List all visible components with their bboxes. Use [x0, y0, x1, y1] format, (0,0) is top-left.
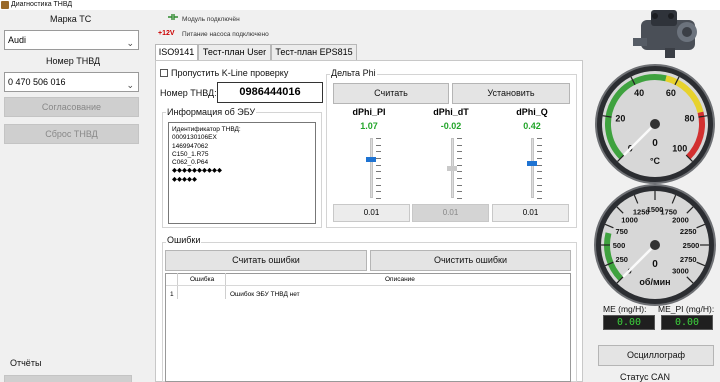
ecu-info-line: ◆◆◆◆◆ — [172, 175, 197, 183]
ecu-info-label: Информация об ЭБУ — [166, 107, 257, 117]
app-icon — [1, 1, 9, 9]
ecu-info-line: Идентификатор ТНВД: — [172, 126, 241, 133]
brand-label: Марка ТС — [50, 14, 92, 24]
can-status-label: Статус CAN — [620, 372, 670, 382]
table-header-line — [166, 285, 570, 286]
slider-ticks — [457, 138, 463, 199]
gauge-tick-label: 2000 — [672, 216, 689, 225]
plug-icon — [168, 14, 178, 20]
dphi-q-box: 0.01 — [492, 204, 569, 222]
gauge-tick-label: 100 — [672, 144, 687, 154]
row-number: 1 — [170, 291, 174, 298]
brand-select-value: Audi — [8, 35, 27, 45]
dphi-q-label: dPhi_Q — [516, 107, 548, 117]
voltage-indicator: +12V — [158, 30, 175, 37]
me-pi-label: ME_PI (mg/H): — [658, 304, 715, 314]
set-phi-button[interactable]: Установить — [452, 83, 570, 104]
reset-tnvd-button[interactable]: Сброс ТНВД — [4, 124, 139, 144]
gauge-value: 0 — [652, 138, 658, 149]
dphi-dt-box: 0.01 — [412, 204, 489, 222]
ecu-info-textbox[interactable]: Идентификатор ТНВД: 0009130106EX 1469947… — [168, 122, 316, 224]
rpm-gauge-face: 0250500750100012501500175020002250250027… — [594, 184, 716, 306]
gauge-hub — [650, 240, 660, 250]
chevron-down-icon: ⌄ — [126, 38, 134, 48]
gauge-unit: °C — [650, 156, 661, 166]
tab-testplan-user[interactable]: Тест-план User — [198, 44, 271, 60]
window-title: Диагностика ТНВД — [11, 1, 73, 8]
reports-label: Отчёты — [10, 358, 42, 368]
gauge-tick-label: 750 — [615, 227, 628, 236]
pump-image — [633, 10, 697, 58]
tnvd-label: Номер ТНВД — [46, 56, 101, 66]
dphi-q-value: 0.42 — [523, 121, 541, 131]
row-description: Ошибок ЭБУ ТНВД нет — [230, 291, 300, 298]
gauge-tick-label: 2750 — [680, 255, 697, 264]
slider-ticks — [376, 138, 382, 199]
module-status: Модуль подключён — [182, 16, 240, 23]
column-header-description: Описание — [385, 276, 415, 283]
skip-kline-checkbox[interactable] — [160, 69, 168, 77]
gauge-tick-label: 250 — [615, 255, 628, 264]
table-divider — [225, 273, 226, 299]
slider-thumb[interactable] — [527, 161, 537, 167]
ecu-info-line: 0009130106EX — [172, 134, 217, 142]
me-display: 0.00 — [603, 315, 655, 330]
dphi-pi-label: dPhi_PI — [352, 107, 386, 117]
gauge-tick-label: 2250 — [680, 227, 697, 236]
gauge-tick-label: 60 — [666, 88, 676, 98]
ecu-info-line: 1469947062 — [172, 142, 209, 150]
gauge-value: 0 — [652, 259, 658, 270]
me-pi-display: 0.00 — [661, 315, 713, 330]
gauge-tick-label: 2500 — [683, 241, 700, 250]
tab-testplan-eps815[interactable]: Тест-план EPS815 — [271, 44, 357, 60]
table-divider — [177, 273, 178, 299]
tnvd-number-label: Номер ТНВД: — [160, 88, 217, 98]
slider-track[interactable] — [531, 138, 534, 198]
gauge-tick-label: 20 — [615, 114, 625, 124]
read-phi-button[interactable]: Считать — [333, 83, 449, 104]
tnvd-select-value: 0 470 506 016 — [8, 77, 66, 87]
slider-track[interactable] — [370, 138, 373, 198]
rpm-gauge: 0250500750100012501500175020002250250027… — [594, 184, 716, 306]
skip-kline-label: Пропустить K-Line проверку — [171, 68, 289, 78]
ecu-info-line: C062_0.P64 — [172, 159, 209, 167]
brand-select[interactable]: Audi ⌄ — [4, 30, 139, 50]
dphi-dt-label: dPhi_dT — [433, 107, 469, 117]
ecu-info-line: C150_1.R75 — [172, 150, 209, 158]
me-label: ME (mg/H): — [603, 304, 647, 314]
temp-gauge-face: 0204060801000°C — [595, 64, 715, 184]
tab-iso9141[interactable]: ISO9141 — [155, 44, 198, 61]
read-errors-button[interactable]: Считать ошибки — [165, 250, 367, 271]
pump-power-status: Питание насоса подключено — [182, 31, 269, 38]
gauge-unit: об/мин — [639, 277, 670, 287]
clear-errors-button[interactable]: Очистить ошибки — [370, 250, 571, 271]
slider-thumb[interactable] — [366, 157, 376, 162]
column-header-error: Ошибка — [190, 276, 215, 283]
slider-thumb[interactable] — [447, 166, 457, 171]
dphi-pi-value: 1.07 — [360, 121, 378, 131]
gauge-tick-label: 500 — [613, 241, 626, 250]
title-bar: Диагностика ТНВД — [0, 0, 720, 10]
slider-ticks — [537, 138, 543, 199]
ecu-info-line: ◆◆◆◆◆◆◆◆◆◆ — [172, 167, 222, 175]
oscilloscope-button[interactable]: Осциллограф — [598, 345, 714, 366]
agree-button[interactable]: Согласование — [4, 97, 139, 117]
chevron-down-icon: ⌄ — [126, 80, 134, 90]
report-button[interactable] — [4, 375, 132, 382]
gauge-hub — [650, 119, 660, 129]
tnvd-number-field[interactable]: 0986444016 — [217, 82, 323, 103]
delta-phi-label: Дельта Phi — [330, 68, 377, 78]
tnvd-select[interactable]: 0 470 506 016 ⌄ — [4, 72, 139, 92]
gauge-tick-label: 3000 — [672, 266, 689, 275]
dphi-dt-value: -0.02 — [440, 121, 462, 131]
temperature-gauge: 0204060801000°C — [595, 64, 715, 184]
dphi-pi-box: 0.01 — [333, 204, 410, 222]
gauge-tick-label: 80 — [685, 114, 695, 124]
gauge-tick-label: 1000 — [621, 216, 638, 225]
errors-label: Ошибки — [166, 235, 202, 245]
gauge-tick-label: 40 — [634, 88, 644, 98]
